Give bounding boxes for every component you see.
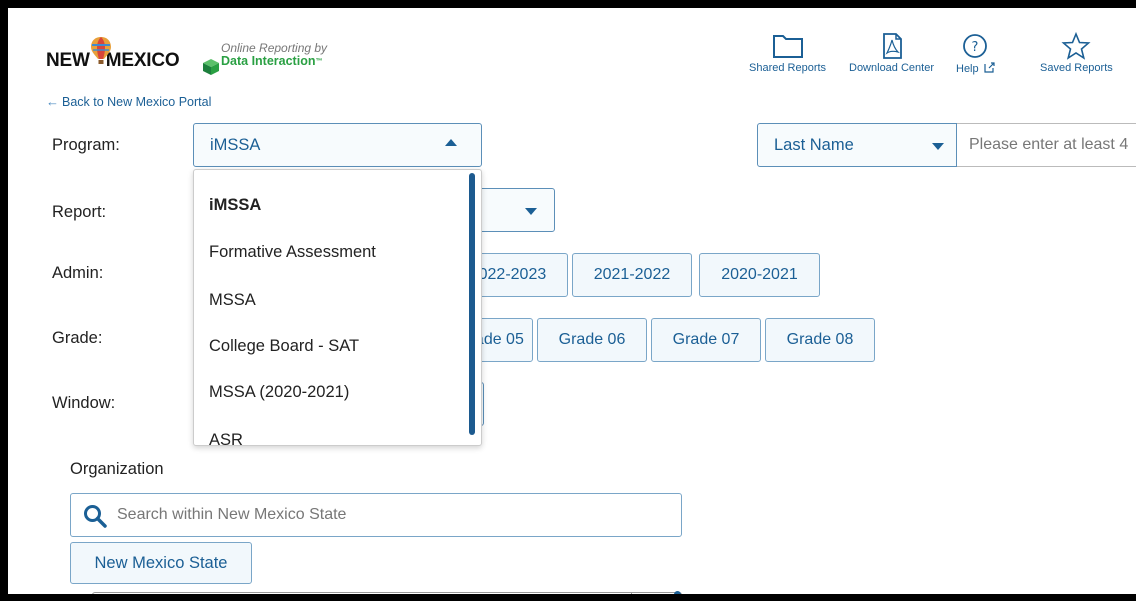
search-field-value: Last Name <box>774 135 854 154</box>
help-button[interactable]: ? Help <box>956 32 995 75</box>
search-field-select[interactable]: Last Name <box>757 123 957 167</box>
grade-chip-07[interactable]: Grade 07 <box>651 318 761 362</box>
external-link-icon <box>984 62 995 73</box>
organization-chip[interactable]: New Mexico State <box>70 542 252 584</box>
hot-air-balloon-icon <box>91 37 111 64</box>
admin-chip-2021-2022[interactable]: 2021-2022 <box>572 253 692 297</box>
window-label: Window: <box>52 394 116 412</box>
program-option-formative-assessment[interactable]: Formative Assessment <box>209 243 376 262</box>
shared-reports-button[interactable]: Shared Reports <box>749 32 826 74</box>
grade-chip-08[interactable]: Grade 08 <box>765 318 875 362</box>
grade-label: Grade: <box>52 329 103 347</box>
download-center-button[interactable]: Download Center <box>849 32 934 74</box>
program-option-college-board-sat[interactable]: College Board - SAT <box>209 337 359 356</box>
logo-mexico: MEXICO <box>105 50 180 71</box>
program-select-value: iMSSA <box>210 135 261 154</box>
back-arrow-icon: ← <box>46 94 59 109</box>
table-handle[interactable] <box>674 591 681 594</box>
help-label-text: Help <box>956 63 979 75</box>
table-divider <box>631 593 632 594</box>
student-search-field <box>957 123 1136 167</box>
organization-table-edge <box>92 592 682 594</box>
caret-down-icon <box>525 208 537 215</box>
help-circle-icon: ? <box>963 34 988 58</box>
dropdown-scrollbar[interactable] <box>469 173 475 435</box>
program-option-asr[interactable]: ASR <box>209 431 243 445</box>
caret-down-icon <box>932 143 944 150</box>
download-center-label: Download Center <box>849 62 934 74</box>
student-search-input[interactable] <box>957 124 1136 166</box>
search-icon <box>84 505 107 528</box>
logo-trademark: ™ <box>315 58 323 65</box>
app-window: NEW MEXICO Online Reporting by Data Inter… <box>8 8 1136 594</box>
admin-chip-2020-2021[interactable]: 2020-2021 <box>699 253 820 297</box>
program-label: Program: <box>52 136 120 154</box>
program-dropdown: iMSSA Formative Assessment MSSA College … <box>193 169 482 446</box>
shared-reports-label: Shared Reports <box>749 62 827 74</box>
grade-chip-06[interactable]: Grade 06 <box>537 318 647 362</box>
saved-reports-label: Saved Reports <box>1040 62 1113 74</box>
cube-icon <box>203 59 219 75</box>
report-label: Report: <box>52 203 107 221</box>
program-option-imssa[interactable]: iMSSA <box>209 196 261 215</box>
organization-search-field <box>70 493 682 537</box>
star-icon <box>1061 32 1091 60</box>
organization-search-input[interactable] <box>117 494 667 536</box>
caret-up-icon <box>445 139 457 146</box>
logo-new: NEW <box>46 50 90 71</box>
logo-tagline-text: Online Reporting by <box>221 41 328 55</box>
logo-wordmark: NEW MEXICO <box>46 50 180 72</box>
saved-reports-button[interactable]: Saved Reports <box>1040 32 1113 74</box>
back-to-portal-link[interactable]: ← Back to New Mexico Portal <box>46 94 211 109</box>
organization-label: Organization <box>70 460 164 478</box>
svg-text:?: ? <box>972 40 979 55</box>
folder-icon <box>772 35 803 58</box>
admin-label: Admin: <box>52 264 104 282</box>
logo-tagline: Online Reporting by Data Interaction™ <box>221 42 327 68</box>
program-select[interactable]: iMSSA <box>193 123 482 167</box>
logo-brand: Data Interaction™ <box>221 55 327 68</box>
program-option-mssa[interactable]: MSSA <box>209 291 256 310</box>
back-link-label: Back to New Mexico Portal <box>62 95 212 109</box>
pdf-file-icon <box>882 33 902 59</box>
program-option-mssa-2020-2021[interactable]: MSSA (2020-2021) <box>209 383 349 402</box>
help-label: Help <box>956 62 995 75</box>
logo-brand-text: Data Interaction <box>221 54 316 68</box>
